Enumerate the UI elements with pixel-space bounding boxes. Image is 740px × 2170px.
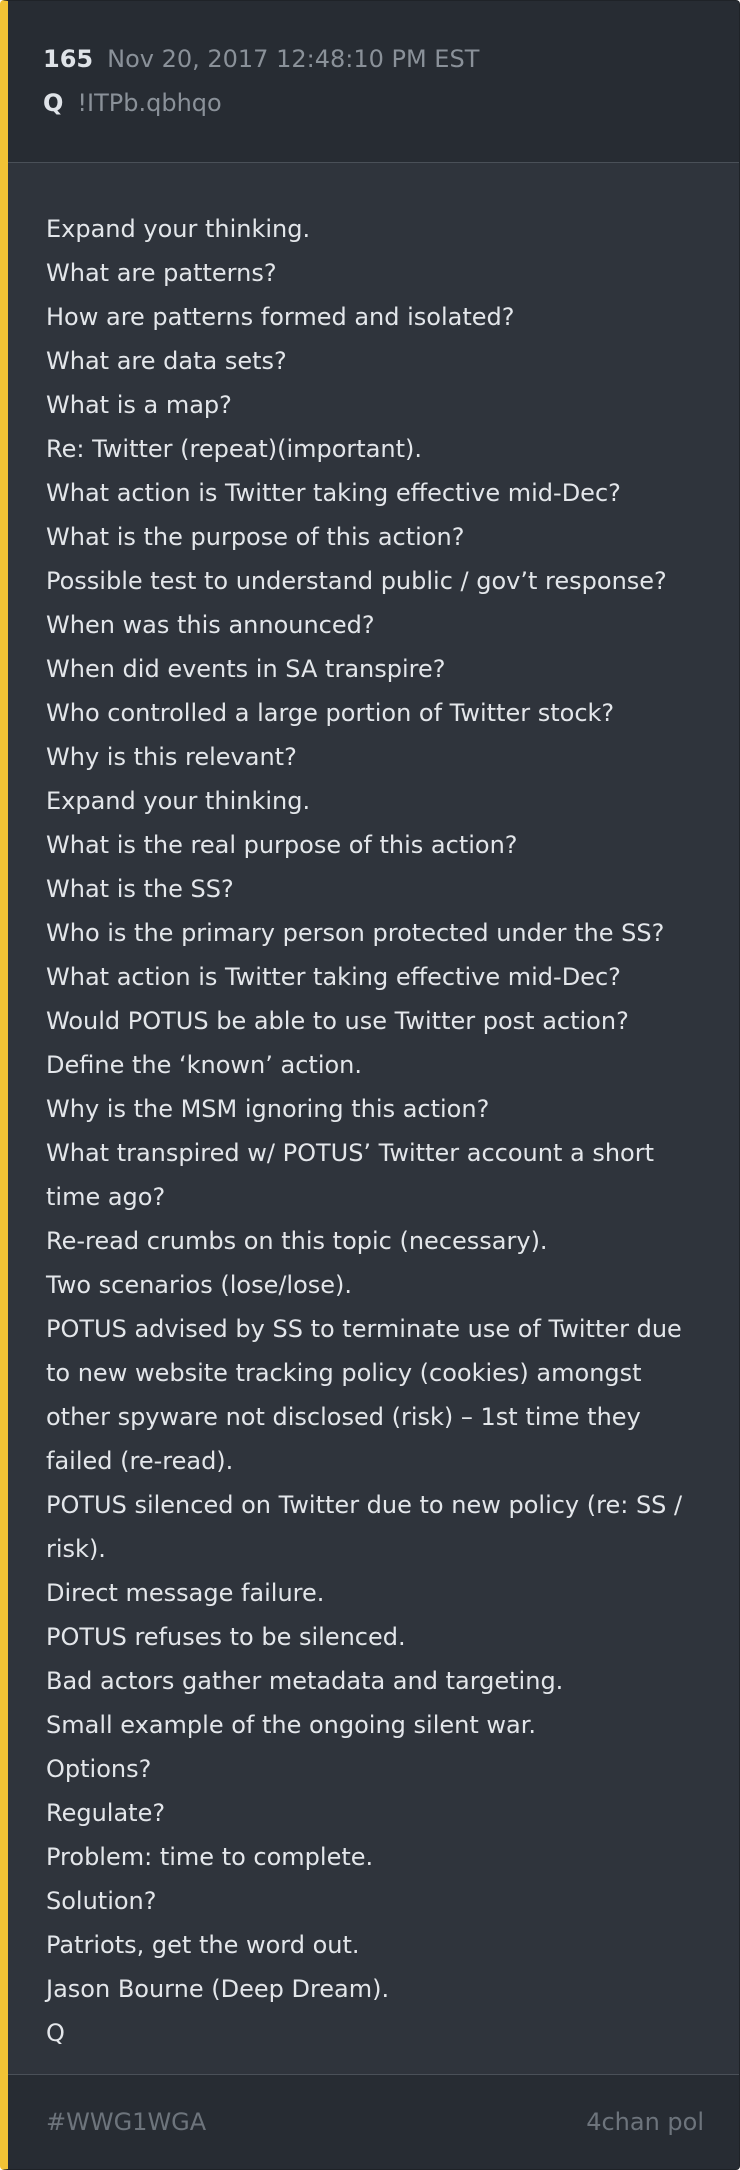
post-line: What is the real purpose of this action? (46, 831, 518, 859)
post-line: Two scenarios (lose/lose). (46, 1271, 353, 1299)
post-line: Re-read crumbs on this topic (necessary)… (46, 1227, 548, 1255)
post-line: Possible test to understand public / gov… (46, 567, 667, 595)
post-number[interactable]: 165 (43, 45, 93, 73)
post-line: What are patterns? (46, 259, 277, 287)
post-line: Direct message failure. (46, 1579, 325, 1607)
source-label: 4chan pol (586, 2108, 704, 2136)
post-line: Patriots, get the word out. (46, 1931, 360, 1959)
post-footer: #WWG1WGA 4chan pol (8, 2074, 739, 2169)
post-body: Expand your thinking. What are patterns? H… (46, 207, 706, 2055)
post-line: Expand your thinking. (46, 787, 311, 815)
author-tripcode: !ITPb.qbhqo (77, 89, 222, 117)
post-line: Define the ‘known’ action. (46, 1051, 363, 1079)
post-line: What is the SS? (46, 875, 234, 903)
post-line: Why is the MSM ignoring this action? (46, 1095, 490, 1123)
post-line: How are patterns formed and isolated? (46, 303, 515, 331)
post-line: Options? (46, 1755, 152, 1783)
post-line: POTUS silenced on Twitter due to new pol… (46, 1491, 683, 1563)
hashtag-link[interactable]: #WWG1WGA (46, 2108, 206, 2136)
post-line: What action is Twitter taking effective … (46, 479, 621, 507)
post-line: What is a map? (46, 391, 232, 419)
author-row: Q !ITPb.qbhqo (43, 89, 739, 123)
post-line: What action is Twitter taking effective … (46, 963, 621, 991)
post-line: Re: Twitter (repeat)(important). (46, 435, 423, 463)
post-line: What are data sets? (46, 347, 287, 375)
post-date: Nov 20, 2017 12:48:10 PM EST (107, 45, 480, 73)
post-line: Jason Bourne (Deep Dream). (46, 1975, 390, 2003)
post-line: What is the purpose of this action? (46, 523, 465, 551)
post-line: Solution? (46, 1887, 157, 1915)
post-meta-row: 165 Nov 20, 2017 12:48:10 PM EST (43, 45, 739, 79)
post-line: Problem: time to complete. (46, 1843, 374, 1871)
post-line: What transpired w/ POTUS’ Twitter accoun… (46, 1139, 655, 1211)
post-line: Bad actors gather metadata and targeting… (46, 1667, 564, 1695)
post-line: Small example of the ongoing silent war. (46, 1711, 537, 1739)
post-line: Who controlled a large portion of Twitte… (46, 699, 615, 727)
post-line: When did events in SA transpire? (46, 655, 446, 683)
post-line: When was this announced? (46, 611, 375, 639)
post-line: Who is the primary person protected unde… (46, 919, 665, 947)
post-line: POTUS advised by SS to terminate use of … (46, 1315, 682, 1475)
post-line: POTUS refuses to be silenced. (46, 1623, 406, 1651)
post-line: Expand your thinking. (46, 215, 311, 243)
post-line: Why is this relevant? (46, 743, 297, 771)
post-card: 165 Nov 20, 2017 12:48:10 PM EST Q !ITPb… (0, 0, 740, 2170)
post-line: Regulate? (46, 1799, 166, 1827)
post-line: Q (46, 2019, 65, 2047)
post-line: Would POTUS be able to use Twitter post … (46, 1007, 629, 1035)
author-name: Q (43, 89, 64, 117)
post-header: 165 Nov 20, 2017 12:48:10 PM EST Q !ITPb… (8, 1, 739, 163)
